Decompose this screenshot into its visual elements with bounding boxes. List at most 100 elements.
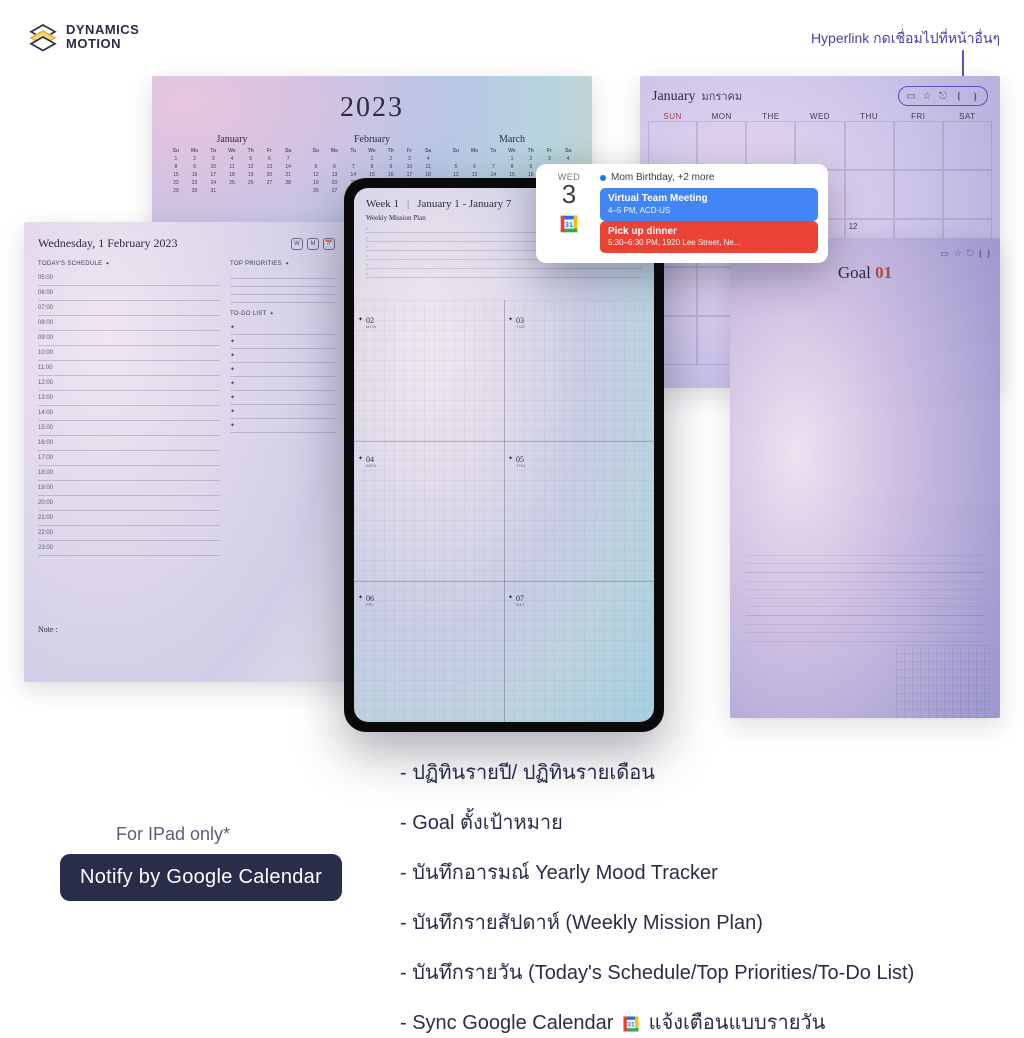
star-icon[interactable]: ☆ bbox=[921, 90, 933, 102]
week-cell-label: ✦04WED bbox=[366, 456, 377, 468]
mini-month[interactable]: JanuarySuMoTuWeThFrSa1234567891011121314… bbox=[167, 134, 297, 195]
chevron-right-icon[interactable]: ⦘ bbox=[969, 90, 981, 102]
notify-pill: Notify by Google Calendar bbox=[60, 854, 342, 901]
week-cell-label: ✦07SAT bbox=[516, 595, 525, 607]
brand-mark-icon bbox=[28, 22, 58, 52]
feature-bullets: - ปฏิทินรายปี/ ปฏิทินรายเดือน - Goal ตั้… bbox=[400, 756, 1000, 1038]
bullet-1: - ปฏิทินรายปี/ ปฏิทินรายเดือน bbox=[400, 756, 1000, 788]
schedule-row[interactable]: 18:00 bbox=[38, 466, 220, 481]
brand-line1: DYNAMICS bbox=[66, 23, 139, 37]
weekly-page[interactable]: Week 1 | January 1 - January 7 Weekly Mi… bbox=[354, 188, 654, 722]
goal-number: 01 bbox=[875, 263, 892, 282]
schedule-row[interactable]: 07:00 bbox=[38, 301, 220, 316]
month-cell[interactable] bbox=[894, 170, 943, 219]
month-title-th: มกราคม bbox=[702, 87, 743, 105]
calendar-icon[interactable]: ▭ bbox=[905, 90, 917, 102]
schedule-row[interactable]: 12:00 bbox=[38, 376, 220, 391]
note-label: Note : bbox=[38, 625, 58, 634]
schedule-row[interactable]: 13:00 bbox=[38, 391, 220, 406]
bullet-2: - Goal ตั้งเป้าหมาย bbox=[400, 806, 1000, 838]
top-priorities-label: TOP PRIORITIES bbox=[230, 261, 335, 267]
todo-row[interactable] bbox=[230, 349, 335, 363]
goal-nav-icons[interactable]: ▭ ☆ ⎋ ⦗ ⦘ bbox=[940, 248, 990, 259]
mini-month-title: March bbox=[447, 134, 577, 145]
schedule-row[interactable]: 09:00 bbox=[38, 331, 220, 346]
month-cell[interactable] bbox=[795, 121, 844, 170]
month-cell[interactable] bbox=[943, 121, 992, 170]
schedule-row[interactable]: 11:00 bbox=[38, 361, 220, 376]
gcal-day-number: 3 bbox=[562, 181, 576, 207]
todo-row[interactable] bbox=[230, 321, 335, 335]
schedule-row[interactable]: 19:00 bbox=[38, 481, 220, 496]
week-cell-label: ✦06FRI bbox=[366, 595, 374, 607]
google-calendar-icon: 31 bbox=[558, 213, 580, 235]
bullet-5: - บันทึกรายวัน (Today's Schedule/Top Pri… bbox=[400, 956, 1000, 988]
daily-page[interactable]: Wednesday, 1 February 2023 WM 📅 TODAY'S S… bbox=[24, 222, 349, 682]
todo-row[interactable] bbox=[230, 405, 335, 419]
share-icon[interactable]: ⎋ bbox=[937, 90, 949, 102]
daily-title: Wednesday, 1 February 2023 bbox=[38, 236, 178, 251]
today-schedule-label: TODAY'S SCHEDULE bbox=[38, 261, 220, 267]
schedule-row[interactable]: 14:00 bbox=[38, 406, 220, 421]
svg-text:31: 31 bbox=[565, 220, 573, 229]
event-dot-icon bbox=[600, 175, 606, 181]
schedule-row[interactable]: 08:00 bbox=[38, 316, 220, 331]
week-cell-label: ✦02MON bbox=[366, 317, 377, 329]
week-title-right: January 1 - January 7 bbox=[417, 198, 511, 210]
todo-row[interactable] bbox=[230, 391, 335, 405]
goal-page[interactable]: ▭ ☆ ⎋ ⦗ ⦘ Goal 01 1234567891011121314151… bbox=[730, 238, 1000, 718]
week-cell-label: ✦03TUE bbox=[516, 317, 526, 329]
month-cell[interactable] bbox=[943, 170, 992, 219]
month-cell[interactable] bbox=[894, 121, 943, 170]
gcal-event[interactable]: Virtual Team Meeting4–5 PM, ACD-US bbox=[600, 188, 818, 221]
month-cell[interactable] bbox=[746, 121, 795, 170]
month-cell[interactable] bbox=[845, 170, 894, 219]
gcal-allday-event[interactable]: Mom Birthday, +2 more bbox=[600, 172, 818, 183]
schedule-row[interactable]: 17:00 bbox=[38, 451, 220, 466]
goal-title-text: Goal bbox=[838, 263, 871, 282]
todo-row[interactable] bbox=[230, 335, 335, 349]
brand-line2: MOTION bbox=[66, 37, 139, 51]
schedule-row[interactable]: 22:00 bbox=[38, 526, 220, 541]
month-hyperlink-icons[interactable]: ▭ ☆ ⎋ ⦗ ⦘ bbox=[898, 86, 988, 106]
schedule-row[interactable]: 06:00 bbox=[38, 286, 220, 301]
view-toggle-M[interactable]: M bbox=[307, 238, 319, 250]
todo-list-label: TO-DO LIST bbox=[230, 311, 335, 317]
bullet-4: - บันทึกรายสัปดาห์ (Weekly Mission Plan) bbox=[400, 906, 1000, 938]
schedule-row[interactable]: 16:00 bbox=[38, 436, 220, 451]
hyperlink-annotation: Hyperlink กดเชื่อมไปที่หน้าอื่นๆ bbox=[811, 28, 1000, 50]
calendar-icon[interactable]: ▭ bbox=[940, 248, 949, 259]
chevron-left-icon[interactable]: ⦗ bbox=[979, 248, 982, 259]
todo-row[interactable] bbox=[230, 377, 335, 391]
month-cell[interactable] bbox=[648, 121, 697, 170]
schedule-row[interactable]: 23:00 bbox=[38, 541, 220, 556]
schedule-row[interactable]: 10:00 bbox=[38, 346, 220, 361]
chevron-right-icon[interactable]: ⦘ bbox=[987, 248, 990, 259]
share-icon[interactable]: ⎋ bbox=[967, 248, 974, 259]
todo-row[interactable] bbox=[230, 419, 335, 433]
goal-grid-area bbox=[896, 645, 991, 718]
schedule-row[interactable]: 15:00 bbox=[38, 421, 220, 436]
bullet-3: - บันทึกอารมณ์ Yearly Mood Tracker bbox=[400, 856, 1000, 888]
month-cell[interactable] bbox=[845, 121, 894, 170]
bullet-6: - Sync Google Calendar 31 แจ้งเตือนแบบรา… bbox=[400, 1006, 1000, 1038]
google-calendar-widget[interactable]: WED 3 31 Mom Birthday, +2 more Virtual T… bbox=[536, 164, 828, 263]
schedule-row[interactable]: 20:00 bbox=[38, 496, 220, 511]
todo-row[interactable] bbox=[230, 363, 335, 377]
month-cell[interactable] bbox=[697, 121, 746, 170]
mini-month-title: February bbox=[307, 134, 437, 145]
week-title-left: Week 1 bbox=[366, 198, 399, 210]
gcal-event[interactable]: Pick up dinner5:30–6:30 PM, 1920 Lee Str… bbox=[600, 221, 818, 254]
chevron-left-icon[interactable]: ⦗ bbox=[953, 90, 965, 102]
star-icon[interactable]: ☆ bbox=[954, 248, 962, 259]
goal-lines-area bbox=[746, 547, 984, 643]
svg-text:31: 31 bbox=[627, 1021, 635, 1028]
year-title: 2023 bbox=[152, 92, 592, 124]
mini-month-title: January bbox=[167, 134, 297, 145]
schedule-row[interactable]: 21:00 bbox=[38, 511, 220, 526]
view-toggle-W[interactable]: W bbox=[291, 238, 303, 250]
schedule-row[interactable]: 05:00 bbox=[38, 271, 220, 286]
view-toggle-📅[interactable]: 📅 bbox=[323, 238, 335, 250]
hyperlink-annotation-line bbox=[962, 50, 964, 78]
wmp-row[interactable] bbox=[366, 269, 642, 278]
